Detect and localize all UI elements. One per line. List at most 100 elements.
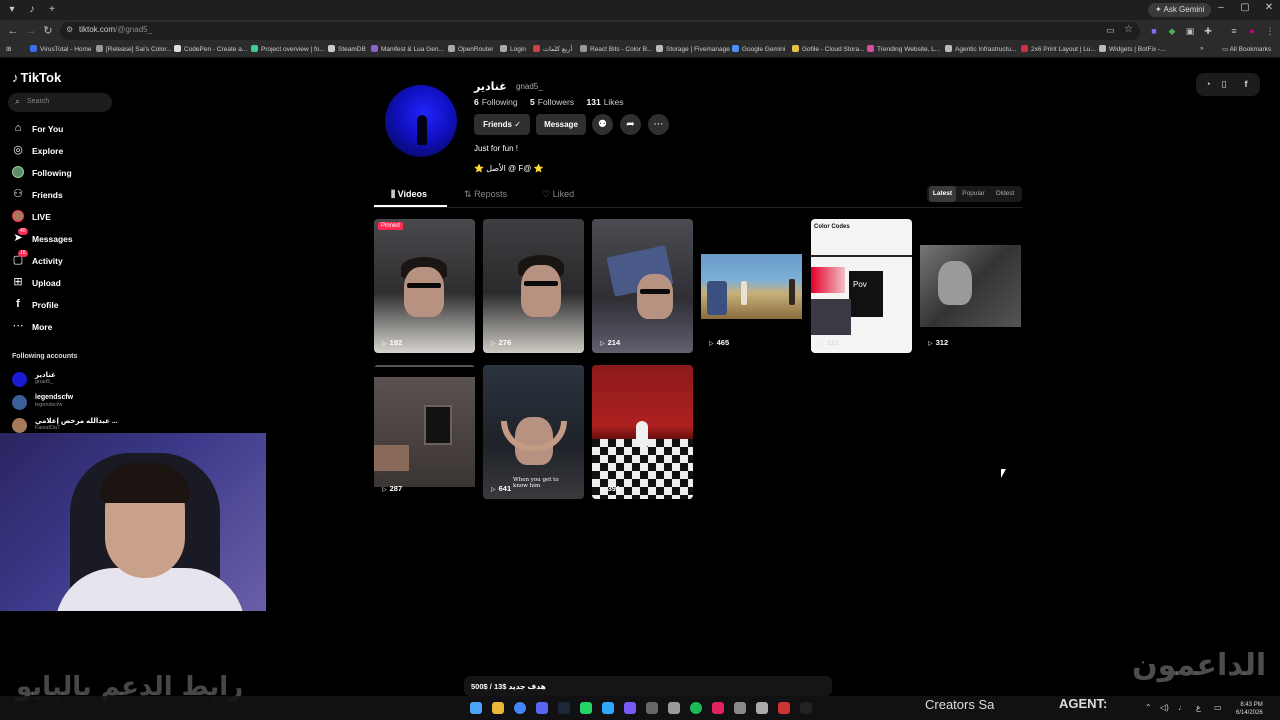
ask-gemini-button[interactable]: ✦ Ask Gemini [1148,3,1212,17]
followers-label[interactable]: Followers [538,97,574,107]
extension-2-icon[interactable]: ▣ [1184,25,1196,37]
search-input[interactable]: ⌕ Search [8,93,112,112]
tiktok-logo[interactable]: ♪ TikTok [12,70,61,85]
app-icon[interactable] [800,702,812,714]
following-account[interactable]: غنادير gnad5_ [12,371,122,389]
tab-search-icon[interactable]: ▾ [6,4,18,16]
forward-icon[interactable]: → [24,24,38,38]
maximize-button[interactable]: ▢ [1238,2,1252,13]
share-icon[interactable]: ➦ [620,114,641,135]
tab-liked[interactable]: ♡ Liked [542,189,574,200]
network-icon[interactable]: ▭ [1214,703,1222,712]
bookmark-item[interactable]: CodePen - Create a... [174,45,247,53]
more-options-icon[interactable]: ⋯ [648,114,669,135]
bookmark-item[interactable]: [Release] Sai's Color... [96,45,172,53]
bookmark-item[interactable]: أربع كلمات [533,45,572,53]
nav-activity[interactable]: ▢ 16 Activity [12,250,122,268]
back-icon[interactable]: ← [6,24,20,38]
video-card[interactable]: ▷ 312 [920,219,1021,353]
clock[interactable]: 8:43 PM 6/14/2026 [1236,701,1263,717]
bookmark-item[interactable]: Agentic Infrastructu... [945,45,1016,53]
app-icon[interactable] [712,702,724,714]
tab-videos[interactable]: ⫼ Videos [391,189,427,200]
following-account[interactable]: legendscfw legendscfw [12,394,122,412]
app-icon[interactable] [646,702,658,714]
bookmark-item[interactable]: Trending Website, L... [867,45,940,53]
tiktok-tab-icon[interactable]: ♪ [26,4,38,16]
app-icon[interactable] [624,702,636,714]
device-icon[interactable]: ▯ [1218,78,1230,90]
reload-icon[interactable]: ↻ [41,24,55,38]
bookmark-item[interactable]: VirusTotal - Home [30,45,92,53]
all-bookmarks[interactable]: ▭ All Bookmarks [1222,45,1271,53]
minimize-button[interactable]: – [1214,2,1228,13]
following-label[interactable]: Following [482,97,518,107]
video-card[interactable]: ▷ 465 [701,219,802,353]
bookmark-star-icon[interactable]: ☆ [1124,24,1133,35]
bookmark-item[interactable]: SteamDB [328,45,366,53]
sort-latest[interactable]: Latest [929,186,956,202]
message-button[interactable]: Message [536,114,586,135]
profile-avatar[interactable] [385,85,457,157]
language-indicator[interactable]: ع [1196,703,1201,712]
nav-friends[interactable]: ⚇ Friends [12,188,122,202]
shield-extension-icon[interactable]: ◆ [1166,25,1178,37]
bookmark-item[interactable]: Project overview | fo... [251,45,325,53]
whatsapp-icon[interactable] [580,702,592,714]
video-card[interactable]: Color Codes Pov ▷ 113 [811,219,912,353]
install-app-icon[interactable]: ▭ [1106,25,1115,36]
browser-menu-icon[interactable]: ⋮ [1264,25,1276,37]
bookmark-item[interactable]: Gofile - Cloud Stora... [792,45,865,53]
spotify-icon[interactable] [690,702,702,714]
sort-oldest[interactable]: Oldest [990,186,1020,202]
bookmark-item[interactable]: Manifest & Lua Gen... [371,45,444,53]
nav-explore[interactable]: ◎ Explore [12,144,122,158]
profile-avatar-icon[interactable]: ● [1246,25,1258,37]
extensions-puzzle-icon[interactable]: ✚ [1202,25,1214,37]
start-icon[interactable] [470,702,482,714]
bookmark-item[interactable]: 2x6 Print Layout | Lu... [1021,45,1096,53]
bookmark-item[interactable]: Google Gemini [732,45,785,53]
tray-overflow-icon[interactable]: ⌃ [1145,703,1152,712]
nav-upload[interactable]: ⊞ Upload [12,276,122,290]
profile-f-icon[interactable]: f [1240,78,1252,90]
nav-profile[interactable]: f Profile [12,298,122,312]
nav-following[interactable]: Following [12,166,122,180]
address-bar[interactable]: ⚙ tiktok.com/@gnad5_ ▭ ☆ [60,22,1140,40]
friends-button[interactable]: Friends ✓ [474,114,530,135]
compass-icon[interactable]: ◔ [1202,78,1214,90]
steam-icon[interactable] [558,702,570,714]
bookmark-item[interactable]: Widgets | BotFix -... [1099,45,1166,53]
site-info-icon[interactable]: ⚙ [66,25,73,34]
mic-icon[interactable]: ♩ [1178,703,1186,712]
volume-icon[interactable]: ◁) [1160,703,1169,712]
bookmark-item[interactable]: Storage | Fivemanage [656,45,730,53]
video-card[interactable]: ▷ 214 [592,219,693,353]
sidepanel-icon[interactable]: ≡ [1228,25,1240,37]
apps-icon[interactable]: ⊞ [6,45,11,53]
discord-icon[interactable] [536,702,548,714]
video-card[interactable]: ▷ 391 [592,365,693,499]
nav-live[interactable]: LIVE [12,210,122,224]
nav-for-you[interactable]: ⌂ For You [12,122,122,136]
bookmarks-overflow-icon[interactable]: » [1200,45,1204,52]
profile-bio-link[interactable]: ⭐ الأصل @ F@ ⭐ [474,164,544,173]
tab-reposts[interactable]: ⇅ Reposts [464,189,507,200]
extension-icon[interactable]: ■ [1148,25,1160,37]
bookmark-item[interactable]: OpenRouter [448,45,493,53]
nav-more[interactable]: ⋯ More [12,320,122,334]
new-tab-button[interactable]: + [46,4,58,16]
settings-icon[interactable] [668,702,680,714]
file-explorer-icon[interactable] [492,702,504,714]
app-icon[interactable] [778,702,790,714]
photoshop-icon[interactable] [602,702,614,714]
add-friend-icon[interactable]: ⚉ [592,114,613,135]
video-card[interactable]: Pinned ▷ 192 [374,219,475,353]
chrome-icon[interactable] [514,702,526,714]
bookmark-item[interactable]: React Bits - Color B... [580,45,653,53]
video-card[interactable]: ▷ 287 [374,365,475,499]
bookmark-item[interactable]: Login [500,45,526,53]
close-window-button[interactable]: ✕ [1262,2,1276,13]
nav-messages[interactable]: ➤ 40 Messages [12,228,122,246]
video-card[interactable]: When you get to know him ▷ 641 [483,365,584,499]
